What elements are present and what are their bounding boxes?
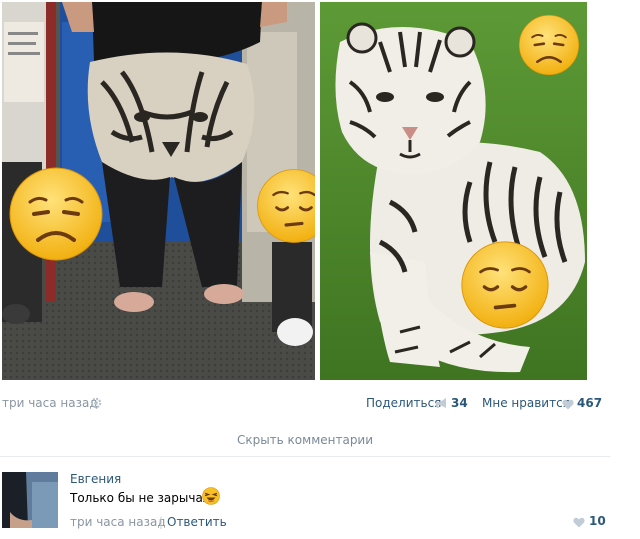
photo-leggings[interactable] [2, 2, 315, 380]
like-button[interactable]: Мне нравится [482, 396, 570, 410]
heart-icon[interactable] [562, 399, 574, 410]
photo-white-tiger[interactable] [320, 2, 587, 380]
avatar-image [2, 472, 58, 528]
post-meta-bar: три часа назад Поделиться 34 Мне нравитс… [0, 396, 606, 414]
post-time[interactable]: три часа назад [2, 396, 98, 410]
share-count: 34 [451, 396, 468, 410]
comment-author[interactable]: Евгения [70, 472, 121, 486]
comment-time[interactable]: три часа назад [70, 515, 166, 529]
separator: | [159, 515, 164, 529]
heart-icon[interactable] [573, 517, 585, 528]
avatar[interactable] [2, 472, 58, 528]
pensive-emoji-icon [257, 169, 315, 243]
megaphone-icon [436, 398, 446, 408]
gear-icon[interactable] [90, 397, 102, 409]
sad-emoji-icon [9, 167, 103, 261]
divider [0, 456, 610, 457]
reply-button[interactable]: Ответить [167, 515, 227, 529]
sad-emoji-icon [518, 14, 580, 76]
pensive-emoji-icon [461, 241, 549, 329]
share-button[interactable]: Поделиться [366, 396, 441, 410]
comment-like-count: 10 [589, 514, 606, 528]
hide-comments-link[interactable]: Скрыть комментарии [0, 433, 610, 447]
post-photos [0, 0, 640, 384]
like-count: 467 [577, 396, 603, 410]
comment-text: Только бы не зарычал [70, 491, 211, 505]
laughing-emoji-icon [202, 487, 220, 505]
